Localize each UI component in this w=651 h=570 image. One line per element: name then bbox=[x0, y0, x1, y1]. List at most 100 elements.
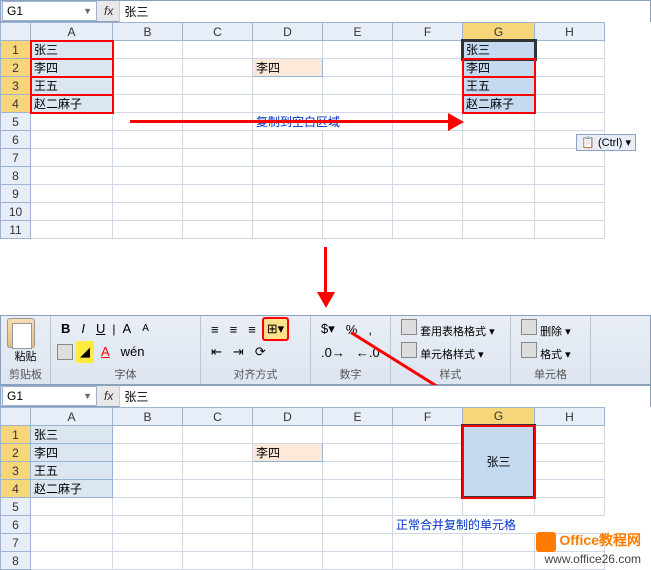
cell[interactable] bbox=[31, 185, 113, 203]
cell[interactable] bbox=[535, 462, 605, 480]
col-header[interactable]: E bbox=[323, 23, 393, 41]
cell-styles-button[interactable]: 单元格样式 ▾ bbox=[397, 341, 504, 363]
cell[interactable] bbox=[323, 131, 393, 149]
cell[interactable] bbox=[113, 462, 183, 480]
col-header[interactable]: G bbox=[463, 408, 535, 426]
cell[interactable] bbox=[393, 131, 463, 149]
col-header[interactable]: B bbox=[113, 408, 183, 426]
merge-center-button[interactable]: ⊞▾ bbox=[263, 318, 288, 340]
cell[interactable] bbox=[253, 462, 323, 480]
cell[interactable] bbox=[393, 59, 463, 77]
cell[interactable] bbox=[183, 203, 253, 221]
italic-button[interactable]: I bbox=[77, 318, 89, 339]
select-all[interactable] bbox=[1, 23, 31, 41]
cell[interactable] bbox=[183, 77, 253, 95]
cell[interactable]: 赵二麻子 bbox=[31, 480, 113, 498]
cell[interactable] bbox=[463, 203, 535, 221]
cell[interactable] bbox=[183, 462, 253, 480]
table-format-button[interactable]: 套用表格格式 ▾ bbox=[397, 318, 504, 340]
cell[interactable] bbox=[253, 41, 323, 59]
col-header[interactable]: D bbox=[253, 408, 323, 426]
cell[interactable]: 李四 bbox=[463, 59, 535, 77]
cell[interactable] bbox=[113, 552, 183, 570]
cell[interactable]: 李四 bbox=[253, 59, 323, 77]
underline-button[interactable]: U bbox=[92, 318, 109, 339]
cell[interactable] bbox=[393, 534, 463, 552]
row-header[interactable]: 6 bbox=[1, 516, 31, 534]
currency-button[interactable]: $▾ bbox=[317, 318, 339, 340]
cell[interactable]: 张三 bbox=[31, 41, 113, 59]
cell[interactable] bbox=[323, 444, 393, 462]
row-header[interactable]: 1 bbox=[1, 426, 31, 444]
cell[interactable] bbox=[323, 203, 393, 221]
cell[interactable] bbox=[393, 41, 463, 59]
cell[interactable] bbox=[113, 149, 183, 167]
cell[interactable] bbox=[113, 185, 183, 203]
row-header[interactable]: 10 bbox=[1, 203, 31, 221]
row-header[interactable]: 4 bbox=[1, 480, 31, 498]
merged-cell[interactable]: 张三 bbox=[463, 426, 535, 498]
phonetic-button[interactable]: wén bbox=[117, 341, 149, 362]
align-left-button[interactable]: ≡ bbox=[207, 319, 223, 340]
cell[interactable] bbox=[393, 462, 463, 480]
paste-options-tag[interactable]: 📋 (Ctrl) ▾ bbox=[576, 134, 636, 151]
row-header[interactable]: 5 bbox=[1, 498, 31, 516]
cell[interactable] bbox=[323, 149, 393, 167]
cell[interactable]: 王五 bbox=[31, 462, 113, 480]
cell[interactable] bbox=[323, 167, 393, 185]
cell[interactable] bbox=[113, 426, 183, 444]
cell[interactable] bbox=[253, 480, 323, 498]
cell[interactable] bbox=[183, 480, 253, 498]
cell[interactable] bbox=[253, 149, 323, 167]
spreadsheet-top[interactable]: A B C D E F G H 1张三张三 2李四李四李四 3王五王五 4赵二麻… bbox=[0, 22, 605, 239]
row-header[interactable]: 8 bbox=[1, 167, 31, 185]
cell[interactable]: 李四 bbox=[31, 444, 113, 462]
cell[interactable] bbox=[323, 498, 393, 516]
cell[interactable] bbox=[113, 203, 183, 221]
row-header[interactable]: 4 bbox=[1, 95, 31, 113]
cell[interactable] bbox=[253, 185, 323, 203]
cell[interactable] bbox=[393, 185, 463, 203]
cell[interactable]: 赵二麻子 bbox=[463, 95, 535, 113]
formula-input[interactable]: 张三 bbox=[119, 386, 650, 407]
cell[interactable] bbox=[253, 203, 323, 221]
cell[interactable] bbox=[393, 444, 463, 462]
cell[interactable] bbox=[253, 167, 323, 185]
cell[interactable] bbox=[113, 534, 183, 552]
fx-icon[interactable]: fx bbox=[98, 389, 119, 403]
cell[interactable] bbox=[113, 95, 183, 113]
paste-button[interactable]: 粘贴 bbox=[7, 348, 44, 364]
cell[interactable] bbox=[463, 113, 535, 131]
cell[interactable] bbox=[535, 167, 605, 185]
cell[interactable] bbox=[183, 498, 253, 516]
name-box[interactable]: G1 ▼ bbox=[2, 1, 97, 21]
indent-decrease-button[interactable]: ⇤ bbox=[207, 341, 226, 363]
col-header[interactable]: F bbox=[393, 23, 463, 41]
col-header[interactable]: G bbox=[463, 23, 535, 41]
cell[interactable] bbox=[31, 552, 113, 570]
cell[interactable] bbox=[463, 149, 535, 167]
cell[interactable] bbox=[323, 221, 393, 239]
cell[interactable] bbox=[535, 498, 605, 516]
cell[interactable] bbox=[31, 113, 113, 131]
chevron-down-icon[interactable]: ▼ bbox=[83, 6, 92, 16]
cell[interactable] bbox=[183, 149, 253, 167]
cell[interactable] bbox=[183, 59, 253, 77]
cell[interactable] bbox=[535, 113, 605, 131]
fx-icon[interactable]: fx bbox=[98, 4, 119, 18]
cell[interactable] bbox=[393, 77, 463, 95]
name-box[interactable]: G1 ▼ bbox=[2, 386, 97, 406]
cell[interactable] bbox=[535, 59, 605, 77]
col-header[interactable]: D bbox=[253, 23, 323, 41]
cell[interactable] bbox=[535, 77, 605, 95]
delete-button[interactable]: 删除 ▾ bbox=[517, 318, 584, 340]
row-header[interactable]: 3 bbox=[1, 462, 31, 480]
cell[interactable] bbox=[113, 516, 183, 534]
cell[interactable] bbox=[183, 185, 253, 203]
cell[interactable] bbox=[113, 59, 183, 77]
cell[interactable] bbox=[535, 221, 605, 239]
cell[interactable]: 王五 bbox=[463, 77, 535, 95]
cell[interactable] bbox=[253, 498, 323, 516]
cell[interactable]: 李四 bbox=[31, 59, 113, 77]
cell[interactable] bbox=[31, 534, 113, 552]
